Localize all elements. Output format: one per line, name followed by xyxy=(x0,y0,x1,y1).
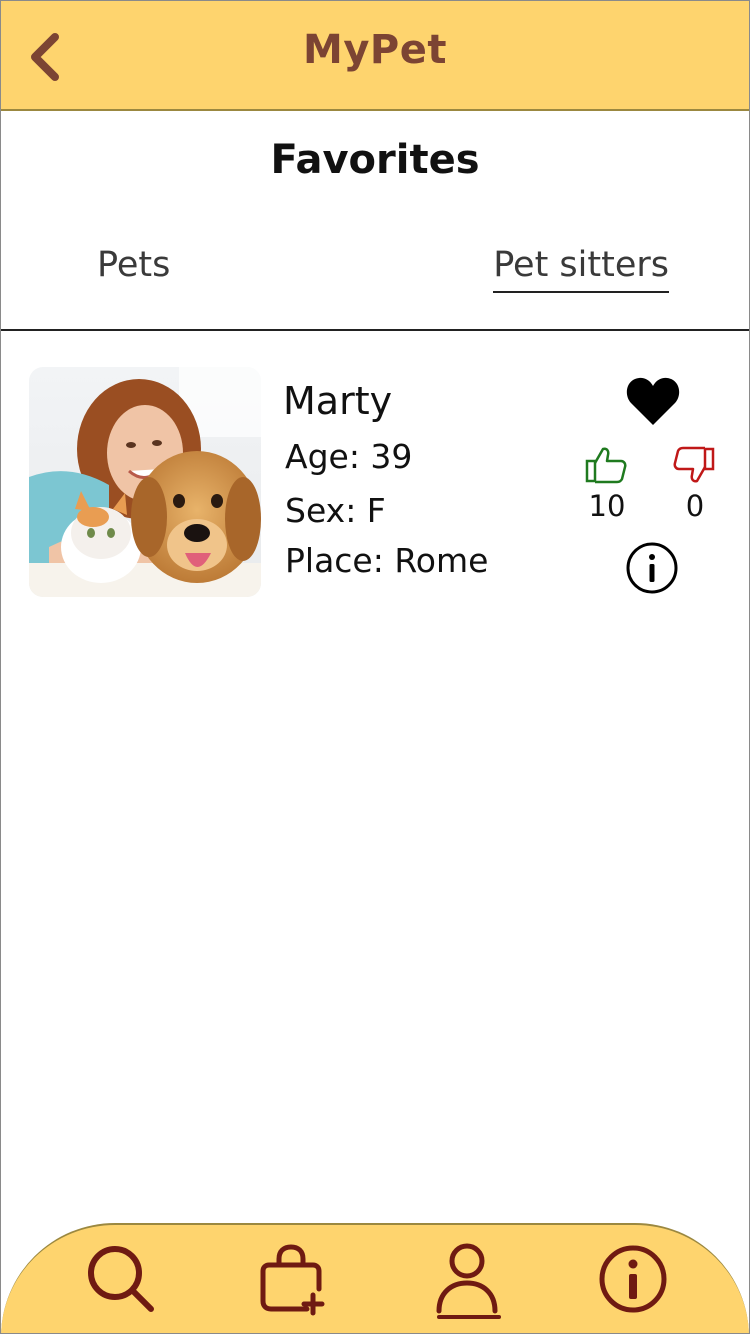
nav-profile-button[interactable] xyxy=(429,1241,505,1317)
sitter-name: Marty xyxy=(283,379,393,423)
tabs-divider xyxy=(1,329,749,331)
likes-count: 10 xyxy=(588,489,626,523)
thumbs-down-icon xyxy=(673,446,715,483)
nav-search-button[interactable] xyxy=(83,1241,159,1317)
bag-add-icon xyxy=(260,1244,325,1316)
app-title: MyPet xyxy=(303,27,447,73)
sitter-photo[interactable] xyxy=(29,367,261,597)
page-title: Favorites xyxy=(270,137,480,183)
nav-add-bag-button[interactable] xyxy=(255,1241,331,1317)
dislikes-count: 0 xyxy=(685,489,705,523)
heart-icon xyxy=(626,377,680,425)
tab-pets[interactable]: Pets xyxy=(97,245,170,291)
tab-pet-sitters[interactable]: Pet sitters xyxy=(493,245,669,293)
sitter-info-button[interactable] xyxy=(625,541,679,595)
dislike-button[interactable] xyxy=(673,445,715,485)
thumbs-up-icon xyxy=(585,447,627,484)
info-icon xyxy=(599,1245,667,1313)
app-bar: MyPet xyxy=(1,1,749,111)
profile-icon xyxy=(436,1243,498,1314)
sitter-photo-image xyxy=(29,367,261,597)
like-button[interactable] xyxy=(585,445,627,485)
sitter-place: Place: Rome xyxy=(285,541,489,580)
favorite-button[interactable] xyxy=(625,375,681,427)
nav-active-indicator xyxy=(437,1315,501,1319)
info-icon xyxy=(626,542,678,594)
app-screen: MyPet Favorites Pets Pet sitters Marty A… xyxy=(0,0,750,1334)
nav-info-button[interactable] xyxy=(595,1241,671,1317)
bottom-nav xyxy=(1,1223,749,1333)
sitter-age: Age: 39 xyxy=(285,437,413,476)
sitter-sex: Sex: F xyxy=(285,491,386,530)
search-icon xyxy=(88,1246,154,1312)
